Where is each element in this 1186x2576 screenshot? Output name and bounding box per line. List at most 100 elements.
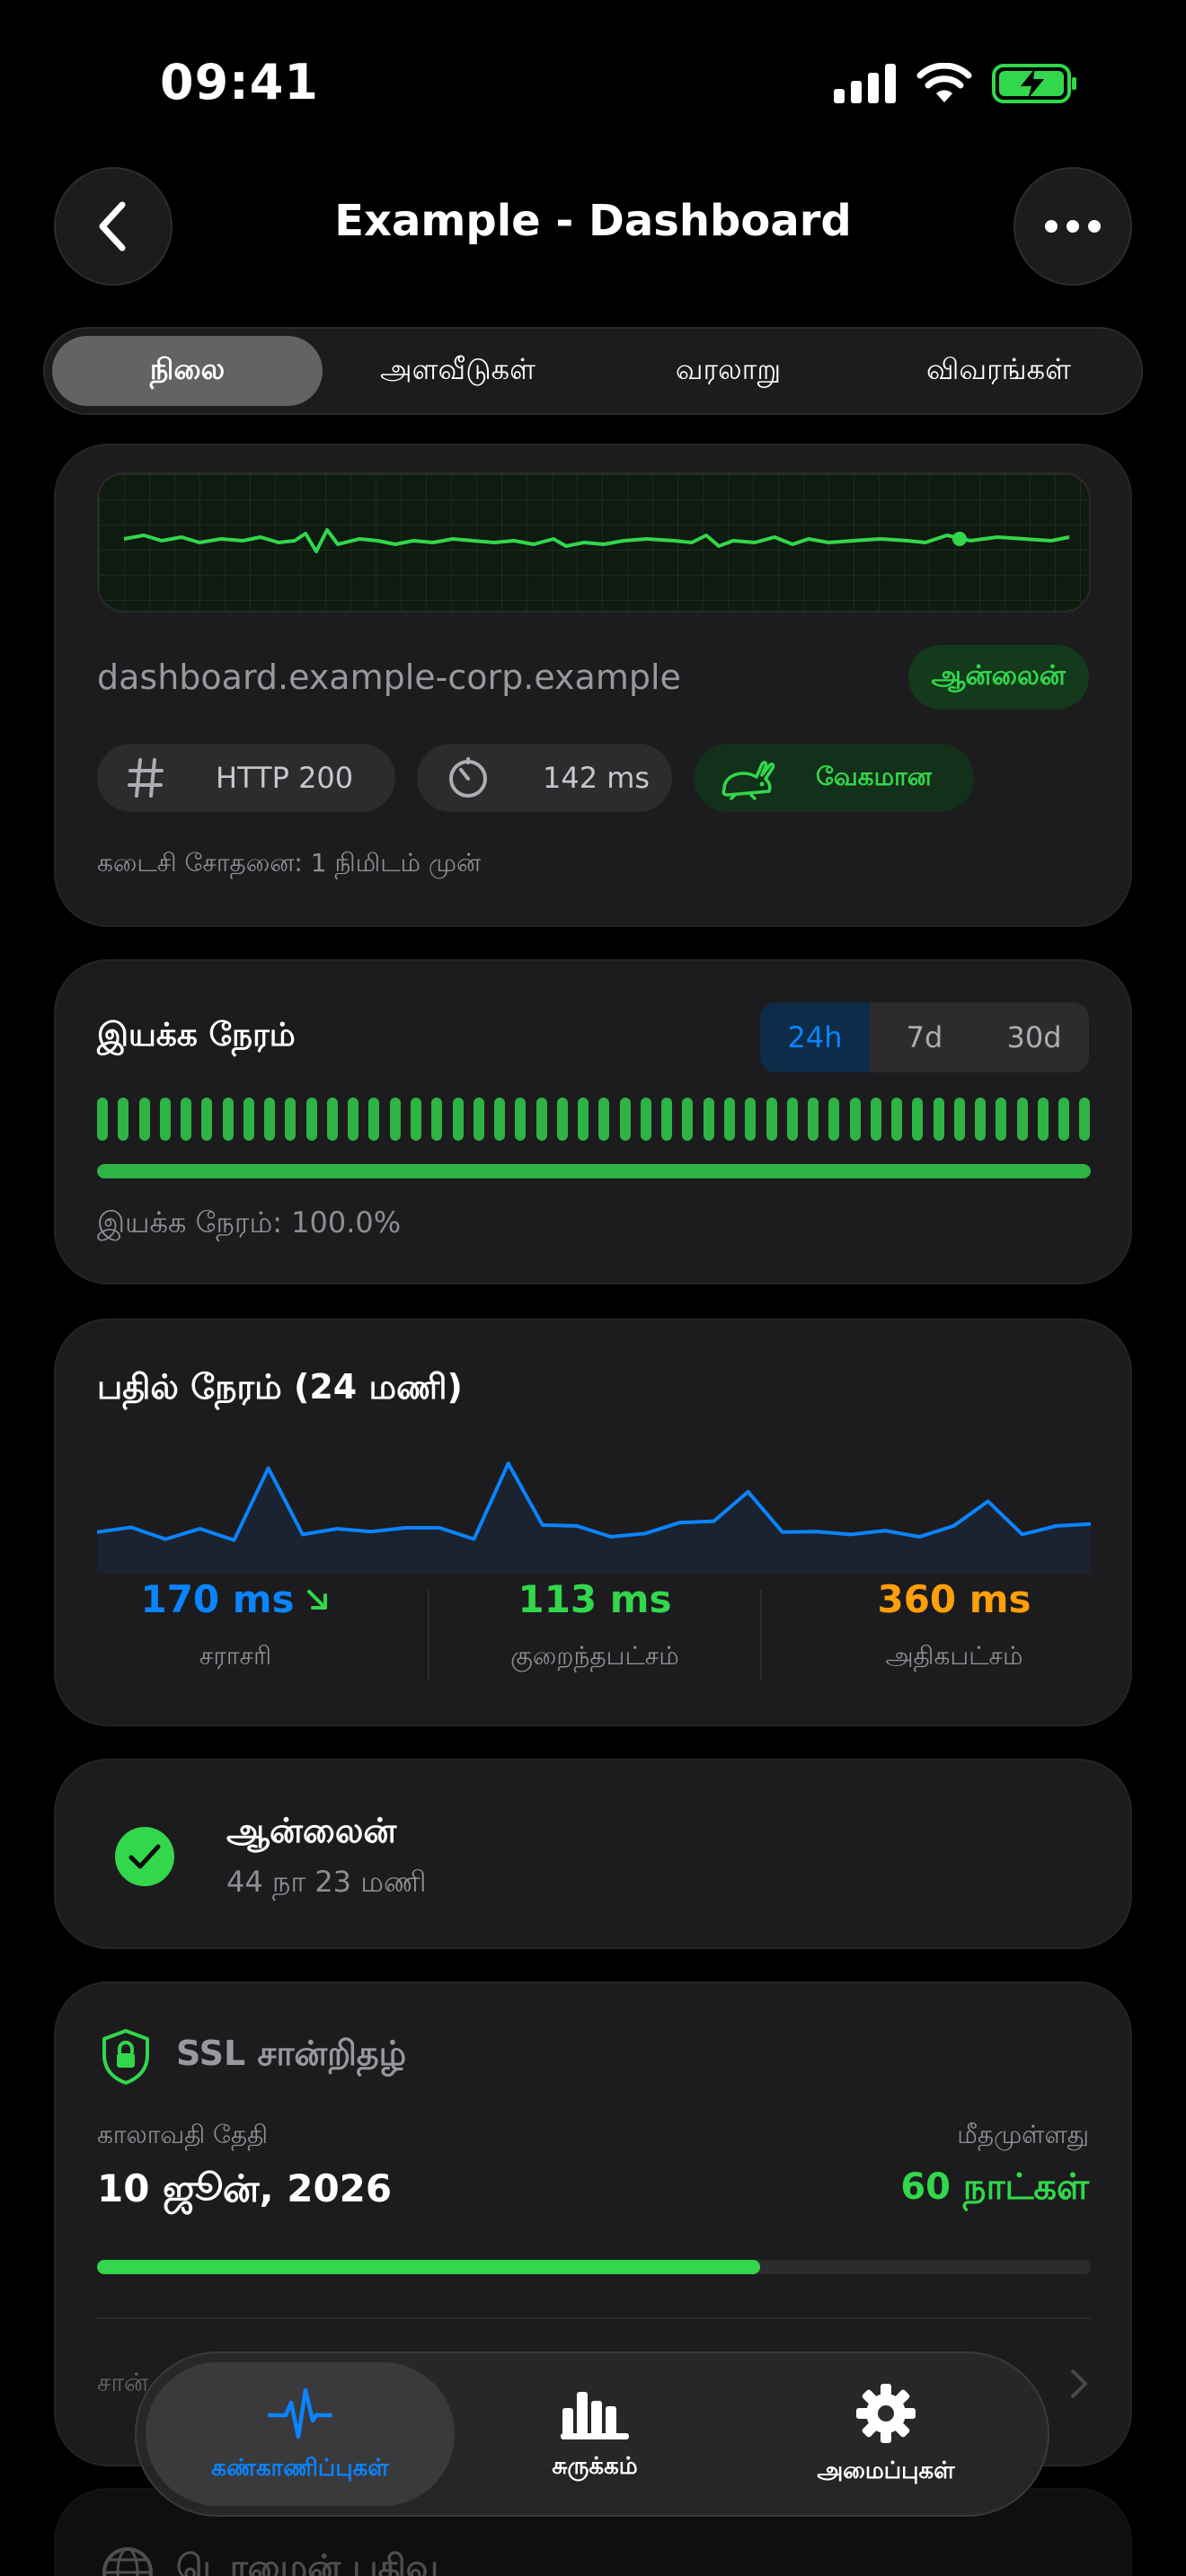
status-badge: ஆன்லைன் — [907, 645, 1089, 710]
chart-bar-icon — [561, 2391, 629, 2439]
status-icons — [834, 63, 1078, 104]
uptime-bar — [996, 1098, 1007, 1141]
uptime-bar — [828, 1098, 840, 1141]
uptime-bar — [515, 1098, 527, 1141]
uptime-bar — [745, 1098, 757, 1141]
uptime-bar — [305, 1098, 317, 1141]
uptime-bar — [473, 1098, 484, 1141]
uptime-bar — [452, 1098, 464, 1141]
uptime-bar — [953, 1098, 965, 1141]
uptime-progress-track — [97, 1164, 1091, 1178]
uptime-bar — [222, 1098, 234, 1141]
uptime-bar — [640, 1098, 651, 1141]
gear-icon — [856, 2383, 916, 2443]
ellipsis-icon — [1045, 220, 1101, 233]
uptime-bar — [181, 1098, 192, 1141]
tab-details[interactable]: விவரங்கள் — [863, 336, 1134, 406]
remaining-label: மீதமுள்ளது — [957, 2120, 1089, 2149]
checkmark-circle-icon — [115, 1827, 174, 1886]
tabbar-item-settings[interactable]: அமைப்புகள் — [730, 2362, 1042, 2506]
response-title: பதில் நேரம் (24 மணி) — [97, 1367, 463, 1407]
wifi-icon — [916, 63, 972, 102]
uptime-bar — [598, 1098, 610, 1141]
arrow-down-right-icon — [306, 1589, 327, 1610]
uptime-bar — [201, 1098, 213, 1141]
ssl-progress-track — [97, 2260, 1091, 2274]
ssl-progress-fill — [97, 2260, 760, 2274]
tabbar-label-settings: அமைப்புகள் — [817, 2457, 955, 2484]
uptime-bar — [326, 1098, 338, 1141]
timer-icon — [449, 757, 487, 798]
tab-metrics[interactable]: அளவீடுகள் — [323, 336, 593, 406]
uptime-range-selector: 24h 7d 30d — [760, 1002, 1089, 1072]
online-duration-card: ஆன்லைன் 44 நா 23 மணி — [54, 1759, 1132, 1949]
uptime-title: இயக்க நேரம் — [97, 1017, 296, 1054]
page-title: Example - Dashboard — [334, 196, 852, 246]
online-title: ஆன்லைன் — [226, 1811, 397, 1850]
divider — [97, 2317, 1091, 2319]
overview-card: dashboard.example-corp.example ஆன்லைன் H… — [54, 444, 1132, 927]
min-stat: 113 ms குறைந்தபட்சம் — [415, 1577, 774, 1674]
uptime-bars — [97, 1098, 1091, 1141]
uptime-bar — [1016, 1098, 1028, 1141]
tab-history[interactable]: வரலாறு — [593, 336, 863, 406]
cellular-signal-icon — [834, 64, 896, 103]
uptime-bar — [494, 1098, 506, 1141]
sparkline-panel — [97, 472, 1091, 613]
uptime-bar — [1079, 1098, 1091, 1141]
tabbar-item-monitors[interactable]: கண்காணிப்புகள் — [146, 2362, 455, 2506]
online-duration: 44 நா 23 மணி — [226, 1865, 427, 1899]
min-label: குறைந்தபட்சம் — [510, 1641, 679, 1671]
uptime-bar — [368, 1098, 380, 1141]
range-24h[interactable]: 24h — [760, 1002, 870, 1072]
uptime-bar — [723, 1098, 735, 1141]
uptime-bar — [682, 1098, 694, 1141]
max-value: 360 ms — [877, 1577, 1031, 1621]
uptime-card: இயக்க நேரம் 24h 7d 30d இயக்க நேரம்: 100.… — [54, 959, 1132, 1284]
globe-icon — [102, 2547, 153, 2576]
uptime-footer: இயக்க நேரம்: 100.0% — [97, 1205, 402, 1239]
range-7d[interactable]: 7d — [870, 1002, 979, 1072]
uptime-bar — [1058, 1098, 1070, 1141]
expiry-label: காலாவதி தேதி — [97, 2120, 269, 2149]
max-label: அதிகபட்சம் — [885, 1641, 1023, 1671]
ssl-title: SSL சான்றிதழ் — [176, 2033, 407, 2073]
latency-chip: 142 ms — [417, 744, 672, 812]
tab-status[interactable]: நிலை — [52, 336, 323, 406]
tabbar-label-summary: சுருக்கம் — [552, 2452, 638, 2480]
avg-value: 170 ms — [140, 1577, 295, 1621]
uptime-bar — [138, 1098, 150, 1141]
avg-stat: 170 ms சராசரி — [56, 1577, 415, 1674]
more-button[interactable] — [1013, 167, 1132, 286]
uptime-bar — [703, 1098, 714, 1141]
uptime-bar — [285, 1098, 296, 1141]
chevron-right-icon[interactable] — [1069, 2368, 1089, 2400]
status-sparkline — [99, 474, 1089, 611]
uptime-bar — [891, 1098, 903, 1141]
uptime-bar — [661, 1098, 673, 1141]
uptime-bar — [97, 1098, 108, 1141]
battery-charging-icon — [992, 64, 1076, 103]
latency-label: 142 ms — [543, 761, 651, 795]
speed-label: வேகமான — [816, 761, 932, 791]
uptime-bar — [556, 1098, 568, 1141]
uptime-bar — [1037, 1098, 1049, 1141]
response-time-card: பதில் நேரம் (24 மணி) 170 ms சராசரி 113 m… — [54, 1319, 1132, 1726]
rabbit-icon — [721, 761, 775, 800]
uptime-bar — [578, 1098, 589, 1141]
domain-card-title: டொமைன் பதிவு — [176, 2547, 439, 2576]
max-stat: 360 ms அதிகபட்சம் — [774, 1577, 1134, 1674]
range-30d[interactable]: 30d — [979, 1002, 1089, 1072]
uptime-progress-fill — [97, 1164, 1091, 1178]
ssl-row-label: சான் — [97, 2368, 149, 2397]
uptime-bar — [243, 1098, 254, 1141]
http-code-label: HTTP 200 — [216, 761, 354, 795]
domain-label: dashboard.example-corp.example — [97, 657, 681, 697]
expiry-date: 10 ஜூன், 2026 — [97, 2166, 393, 2210]
bottom-tab-bar: கண்காணிப்புகள் சுருக்கம் அமைப்புகள் — [135, 2351, 1049, 2517]
waveform-path-ecg-icon — [268, 2387, 332, 2439]
status-time: 09:41 — [160, 54, 319, 110]
uptime-bar — [808, 1098, 819, 1141]
tabbar-item-summary[interactable]: சுருக்கம் — [460, 2362, 730, 2506]
hash-icon — [128, 758, 164, 798]
